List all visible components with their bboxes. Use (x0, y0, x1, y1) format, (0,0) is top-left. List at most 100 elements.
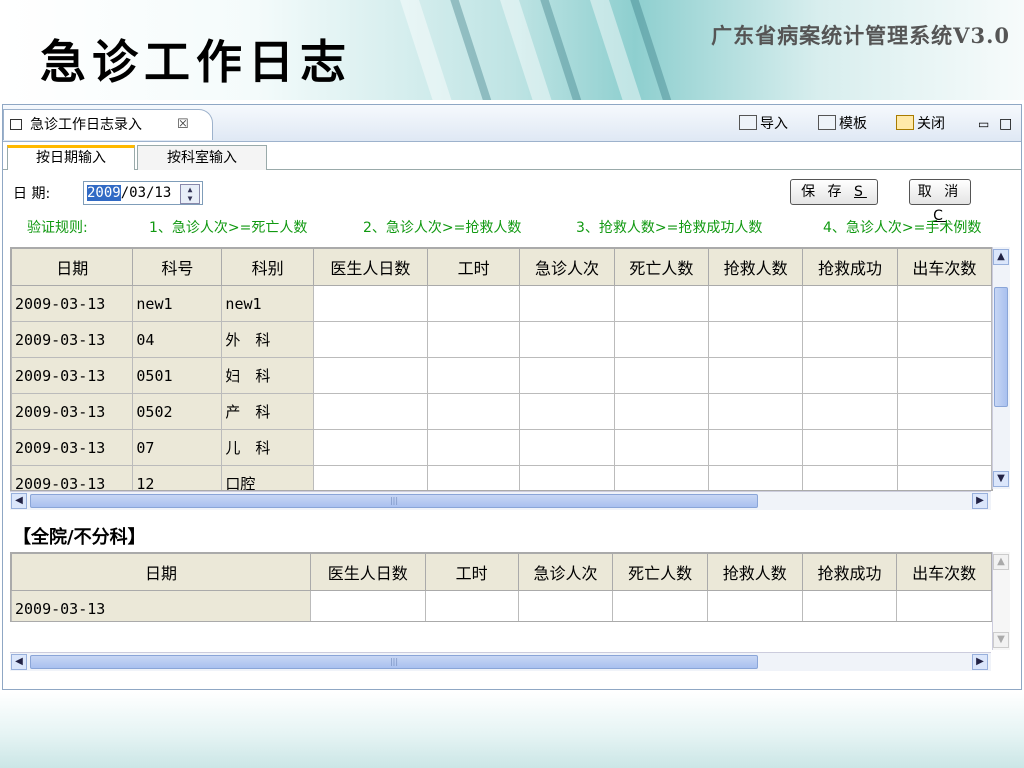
column-header[interactable]: 死亡人数 (612, 553, 708, 591)
editable-cell[interactable] (708, 465, 804, 490)
scroll-up-icon[interactable]: ▲ (993, 249, 1009, 265)
editable-cell[interactable] (802, 357, 898, 394)
editable-cell[interactable] (312, 285, 428, 322)
grid2-vertical-scrollbar[interactable]: ▲ ▼ (992, 552, 1010, 650)
editable-cell[interactable] (802, 465, 898, 490)
editable-cell[interactable] (519, 429, 615, 466)
editable-cell[interactable] (426, 429, 521, 466)
editable-cell[interactable] (896, 590, 992, 621)
editable-cell[interactable] (802, 321, 898, 358)
readonly-cell: 外 科 (221, 321, 314, 358)
scroll-right-icon[interactable]: ▶ (972, 493, 988, 509)
editable-cell[interactable] (426, 393, 521, 430)
editable-cell[interactable] (517, 590, 614, 621)
editable-cell[interactable] (426, 465, 521, 490)
close-tab-icon[interactable]: ☒ (177, 110, 189, 140)
editable-cell[interactable] (613, 321, 710, 358)
tab-by-department[interactable]: 按科室输入 (137, 145, 267, 170)
column-header[interactable]: 医生人日数 (310, 553, 426, 591)
system-name: 广东省病案统计管理系统V3.0 (711, 23, 1010, 48)
column-header[interactable]: 科别 (221, 248, 314, 286)
column-header[interactable]: 工时 (426, 248, 521, 286)
editable-cell[interactable] (708, 357, 804, 394)
editable-cell[interactable] (708, 429, 804, 466)
grid1-vertical-scrollbar[interactable]: ▲ ▼ (992, 247, 1010, 489)
column-header[interactable]: 抢救人数 (706, 553, 803, 591)
editable-cell[interactable] (312, 465, 428, 490)
import-button[interactable]: 导入 (739, 113, 788, 135)
editable-cell[interactable] (613, 357, 710, 394)
editable-cell[interactable] (706, 590, 803, 621)
editable-cell[interactable] (708, 285, 804, 322)
editable-cell[interactable] (613, 285, 710, 322)
editable-cell[interactable] (312, 357, 428, 394)
close-button[interactable]: 关闭 (896, 113, 945, 135)
cancel-button[interactable]: 取 消 C (909, 179, 971, 224)
editable-cell[interactable] (801, 590, 898, 621)
minimize-icon[interactable]: ▭ (978, 113, 989, 135)
editable-cell[interactable] (312, 429, 428, 466)
column-header[interactable]: 急诊人次 (517, 553, 614, 591)
editable-cell[interactable] (426, 321, 521, 358)
editable-cell[interactable] (896, 285, 992, 322)
scroll-down-icon[interactable]: ▼ (993, 471, 1009, 487)
editable-cell[interactable] (312, 393, 428, 430)
scroll-thumb[interactable] (994, 287, 1008, 407)
editable-cell[interactable] (612, 590, 708, 621)
editable-cell[interactable] (424, 590, 519, 621)
grid2-horizontal-scrollbar[interactable]: ◀ ||| ▶ (10, 652, 991, 671)
editable-cell[interactable] (896, 357, 992, 394)
editable-cell[interactable] (426, 285, 521, 322)
scroll-down-icon[interactable]: ▼ (993, 632, 1009, 648)
date-spinner[interactable]: ▲ ▼ (180, 184, 200, 204)
column-header[interactable]: 抢救成功 (802, 248, 898, 286)
template-button[interactable]: 模板 (818, 113, 867, 135)
grid1-horizontal-scrollbar[interactable]: ◀ ||| ▶ (10, 491, 991, 510)
editable-cell[interactable] (519, 357, 615, 394)
save-button[interactable]: 保 存 S (790, 179, 878, 205)
editable-cell[interactable] (896, 393, 992, 430)
date-input[interactable]: 2009/03/13 ▲ ▼ (83, 181, 203, 205)
tab-by-date[interactable]: 按日期输入 (7, 145, 135, 170)
column-header[interactable]: 工时 (424, 553, 519, 591)
spin-down-icon[interactable]: ▼ (181, 194, 199, 203)
editor-tab[interactable]: 急诊工作日志录入 ☒ (3, 109, 213, 140)
editable-cell[interactable] (519, 465, 615, 490)
editable-cell[interactable] (896, 429, 992, 466)
scroll-left-icon[interactable]: ◀ (11, 493, 27, 509)
column-header[interactable]: 出车次数 (896, 248, 992, 286)
maximize-icon[interactable]: □ (999, 113, 1012, 135)
editable-cell[interactable] (896, 465, 992, 490)
editable-cell[interactable] (896, 321, 992, 358)
editable-cell[interactable] (613, 429, 710, 466)
editable-cell[interactable] (519, 285, 615, 322)
editable-cell[interactable] (708, 321, 804, 358)
editable-cell[interactable] (426, 357, 521, 394)
column-header[interactable]: 抢救人数 (708, 248, 804, 286)
editable-cell[interactable] (613, 465, 710, 490)
editable-cell[interactable] (310, 590, 426, 621)
column-header[interactable]: 死亡人数 (613, 248, 710, 286)
column-header[interactable]: 科号 (132, 248, 223, 286)
editable-cell[interactable] (312, 321, 428, 358)
editable-cell[interactable] (519, 393, 615, 430)
scroll-right-icon[interactable]: ▶ (972, 654, 988, 670)
scroll-up-icon[interactable]: ▲ (993, 554, 1009, 570)
editable-cell[interactable] (802, 393, 898, 430)
column-header[interactable]: 日期 (11, 248, 134, 286)
column-header[interactable]: 急诊人次 (519, 248, 615, 286)
scroll-thumb[interactable]: ||| (30, 494, 758, 508)
scroll-left-icon[interactable]: ◀ (11, 654, 27, 670)
column-header[interactable]: 日期 (11, 553, 312, 591)
column-header[interactable]: 抢救成功 (801, 553, 898, 591)
column-header[interactable]: 医生人日数 (312, 248, 428, 286)
editable-cell[interactable] (613, 393, 710, 430)
editable-cell[interactable] (802, 429, 898, 466)
editable-cell[interactable] (802, 285, 898, 322)
editable-cell[interactable] (708, 393, 804, 430)
column-header[interactable]: 出车次数 (896, 553, 992, 591)
editable-cell[interactable] (519, 321, 615, 358)
spin-up-icon[interactable]: ▲ (181, 185, 199, 194)
input-mode-tabs: 按日期输入 按科室输入 (3, 145, 1021, 170)
scroll-thumb[interactable]: ||| (30, 655, 758, 669)
